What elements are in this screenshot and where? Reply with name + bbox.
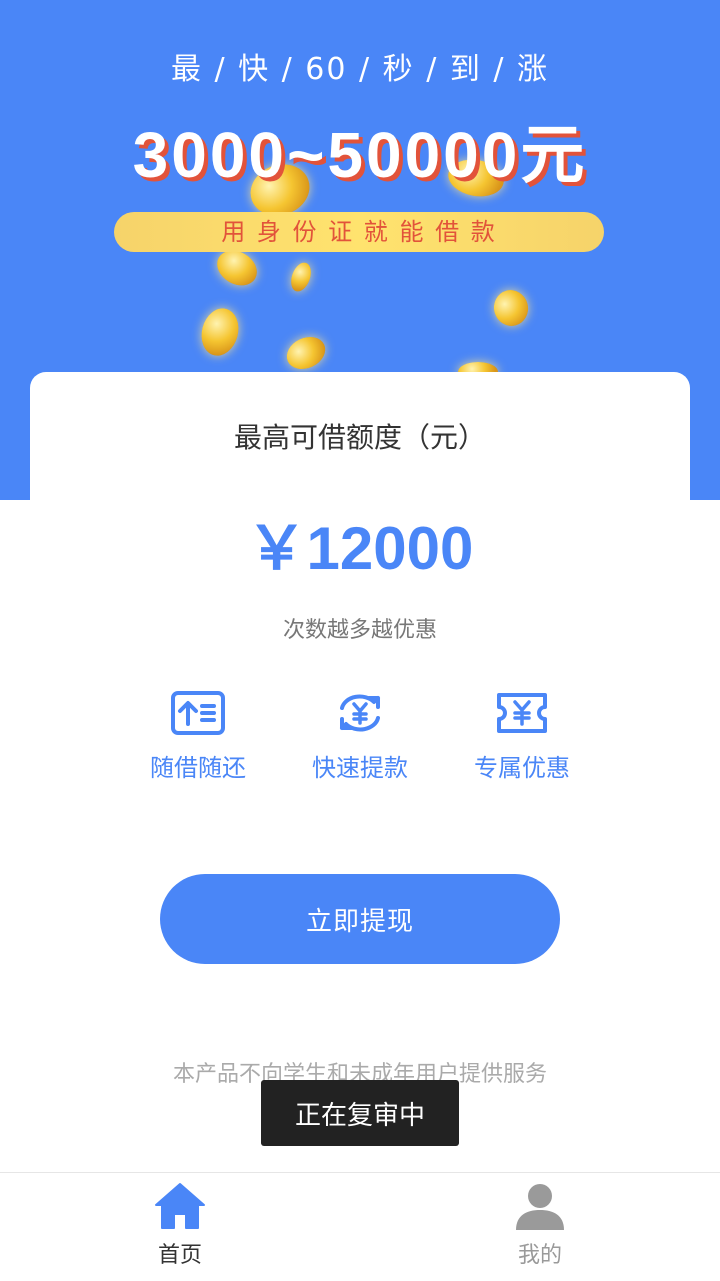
coin-decoration xyxy=(287,259,315,295)
toast-message: 正在复审中 xyxy=(261,1080,459,1146)
coupon-yen-icon xyxy=(497,693,547,733)
tab-mine[interactable]: 我的 xyxy=(480,1181,600,1269)
coin-decoration xyxy=(489,286,533,330)
feature-label: 专属优惠 xyxy=(474,754,570,782)
credit-limit-title: 最高可借额度（元） xyxy=(233,421,486,454)
feature-fast-withdraw: 快速提款 xyxy=(280,690,440,783)
coin-decoration xyxy=(281,330,331,376)
feature-label: 快速提款 xyxy=(312,754,408,782)
tab-label: 我的 xyxy=(517,1243,562,1268)
feature-label: 随借随还 xyxy=(150,754,246,782)
hero-tagline: 最 / 快 / 60 / 秒 / 到 / 涨 xyxy=(170,52,550,87)
hero-ribbon: 用 身 份 证 就 能 借 款 xyxy=(114,212,604,252)
tab-home[interactable]: 首页 xyxy=(120,1181,240,1269)
credit-limit-note: 次数越多越优惠 xyxy=(282,618,437,643)
feature-borrow-repay: 随借随还 xyxy=(118,690,278,783)
feature-exclusive-offer: 专属优惠 xyxy=(442,690,602,783)
loan-range-headline: 3000~50000元 xyxy=(132,119,588,191)
home-icon xyxy=(155,1183,205,1229)
upload-list-icon xyxy=(171,691,225,735)
exchange-yen-icon xyxy=(340,694,380,732)
tab-label: 首页 xyxy=(157,1243,202,1268)
credit-limit-amount: ￥12000 xyxy=(246,515,474,582)
person-icon xyxy=(516,1184,564,1230)
coin-decoration xyxy=(196,304,244,360)
withdraw-now-button[interactable]: 立即提现 xyxy=(160,874,560,964)
bottom-tab-bar: 首页 我的 xyxy=(0,1172,720,1281)
